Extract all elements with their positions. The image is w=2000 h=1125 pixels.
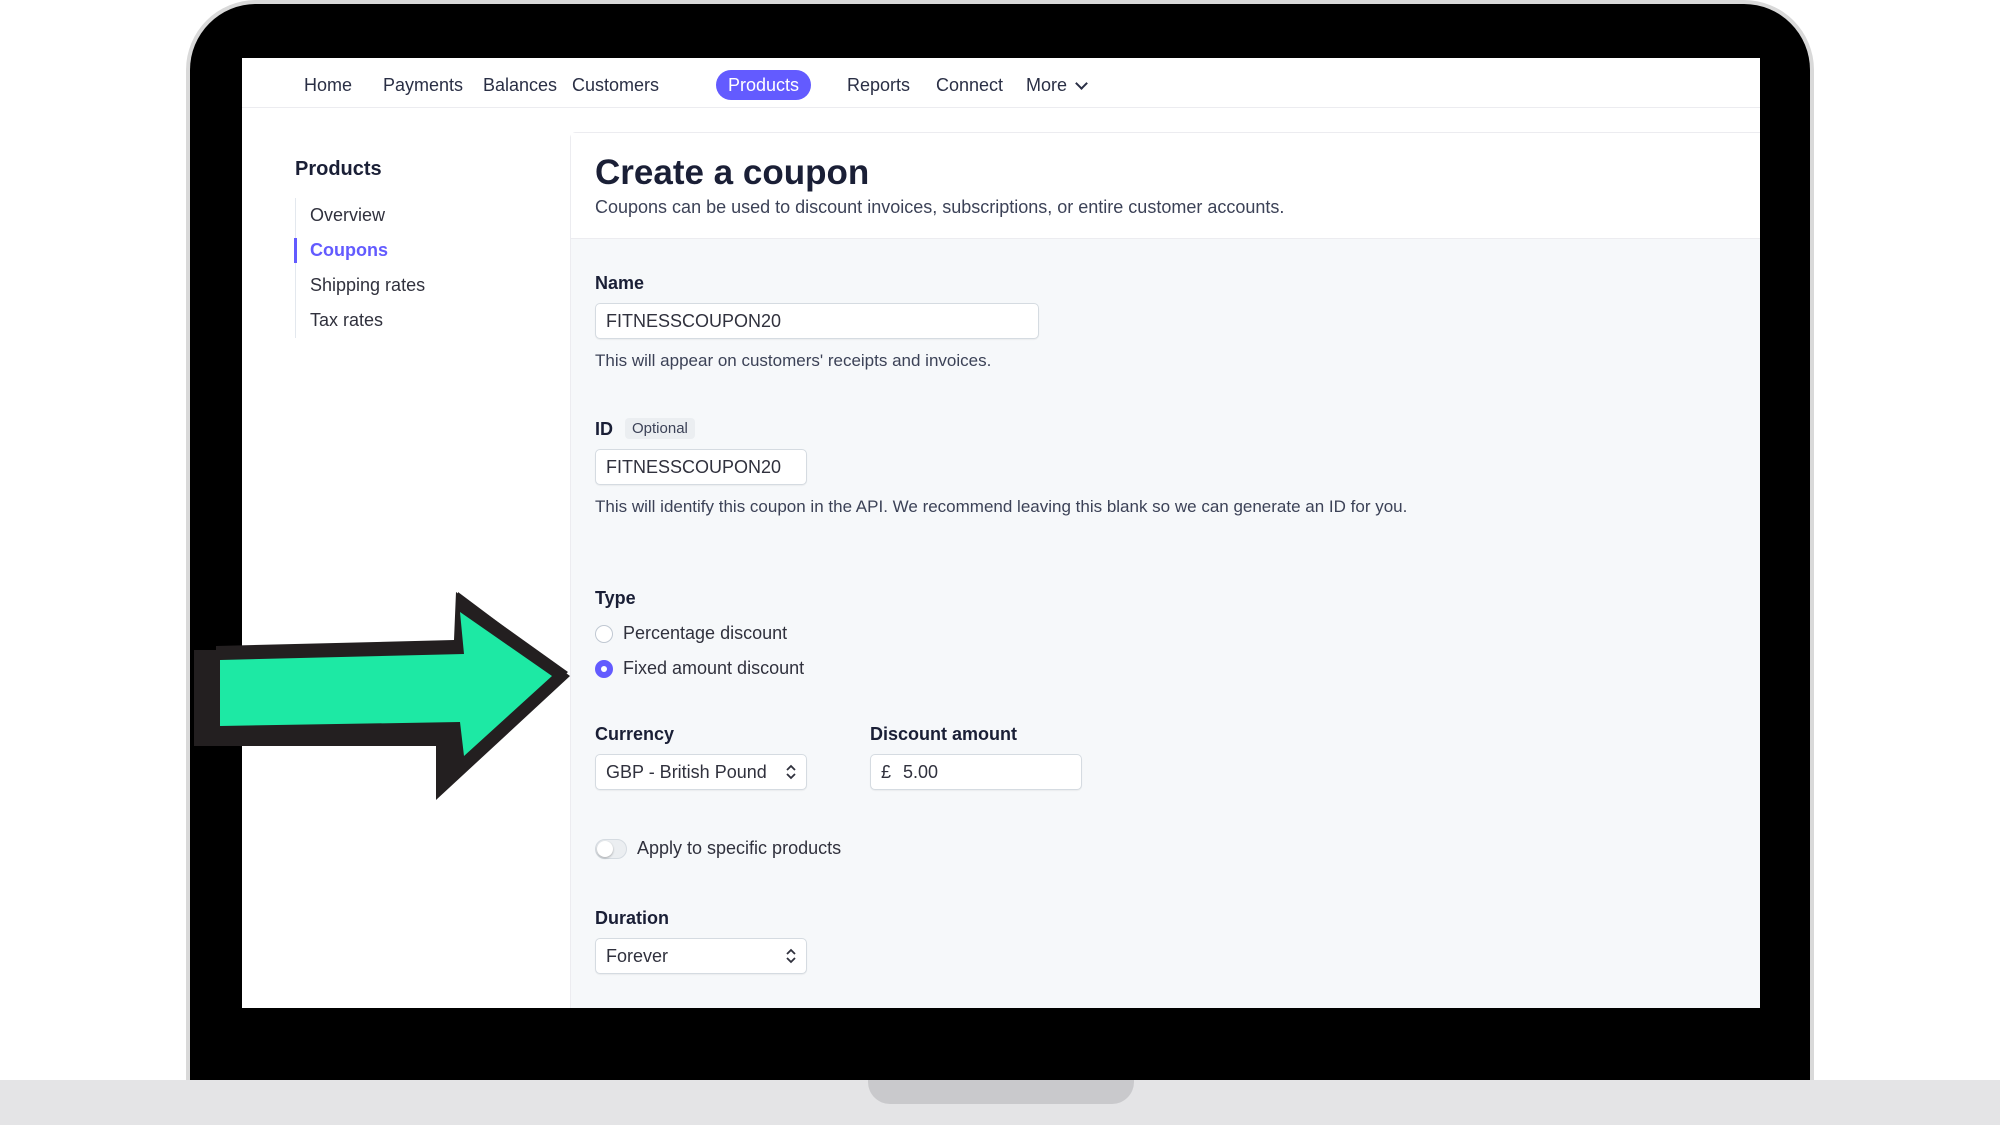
sidebar-nav: Overview Coupons Shipping rates Tax rate… (294, 198, 515, 338)
page-subtitle: Coupons can be used to discount invoices… (595, 197, 1285, 217)
id-help: This will identify this coupon in the AP… (595, 497, 1408, 516)
nav-more-label: More (1026, 75, 1068, 95)
nav-item-reports[interactable]: Reports (835, 70, 922, 100)
laptop-notch (868, 1080, 1134, 1104)
nav-item-products[interactable]: Products (716, 70, 812, 100)
optional-badge: Optional (625, 418, 695, 439)
name-help: This will appear on customers' receipts … (595, 351, 992, 370)
page-title: Create a coupon (595, 153, 870, 192)
type-label: Type (595, 588, 636, 608)
select-arrows-icon (786, 764, 796, 780)
id-input[interactable]: FITNESSCOUPON20 (595, 449, 807, 485)
sidebar-item-overview[interactable]: Overview (296, 198, 515, 233)
name-label: Name (595, 273, 645, 293)
fixed-amount-discount-radio[interactable] (595, 660, 613, 678)
currency-label: Currency (595, 724, 675, 744)
currency-value: GBP - British Pound (606, 762, 767, 782)
currency-select[interactable]: GBP - British Pound (595, 754, 807, 790)
percentage-discount-radio[interactable] (595, 625, 613, 643)
sidebar-item-tax-rates[interactable]: Tax rates (296, 303, 515, 338)
fixed-amount-discount-label[interactable]: Fixed amount discount (623, 658, 804, 679)
nav-item-connect[interactable]: Connect (924, 70, 1015, 100)
nav-item-home[interactable]: Home (292, 70, 364, 100)
top-nav: Home Payments Balances Customers Product… (242, 58, 1760, 108)
discount-amount-label: Discount amount (870, 724, 1017, 744)
nav-item-payments[interactable]: Payments (371, 70, 475, 100)
duration-select[interactable]: Forever (595, 938, 807, 974)
duration-label: Duration (595, 908, 669, 928)
discount-amount-input[interactable]: £5.00 (870, 754, 1082, 790)
sidebar-item-shipping-rates[interactable]: Shipping rates (296, 268, 515, 303)
stage: Home Payments Balances Customers Product… (0, 0, 2000, 1125)
sidebar-title: Products (295, 158, 382, 180)
panel-header: Create a coupon Coupons can be used to d… (571, 133, 1760, 239)
apply-specific-products-label: Apply to specific products (637, 838, 842, 858)
nav-item-customers[interactable]: Customers (560, 70, 671, 100)
id-label: ID (595, 419, 613, 439)
discount-amount-value: 5.00 (903, 762, 939, 782)
select-arrows-icon (786, 948, 796, 964)
coupon-form-panel: Create a coupon Coupons can be used to d… (570, 132, 1760, 1008)
name-input[interactable]: FITNESSCOUPON20 (595, 303, 1039, 339)
sidebar-item-coupons[interactable]: Coupons (294, 233, 515, 268)
screen: Home Payments Balances Customers Product… (242, 58, 1760, 1008)
nav-item-balances[interactable]: Balances (471, 70, 569, 100)
chevron-down-icon (1075, 77, 1088, 90)
apply-specific-products-toggle[interactable] (595, 839, 627, 859)
percentage-discount-label[interactable]: Percentage discount (623, 623, 787, 644)
duration-value: Forever (606, 946, 669, 966)
currency-symbol: £ (881, 762, 892, 782)
green-arrow-annotation (194, 592, 570, 800)
nav-item-more[interactable]: More (1014, 70, 1098, 100)
